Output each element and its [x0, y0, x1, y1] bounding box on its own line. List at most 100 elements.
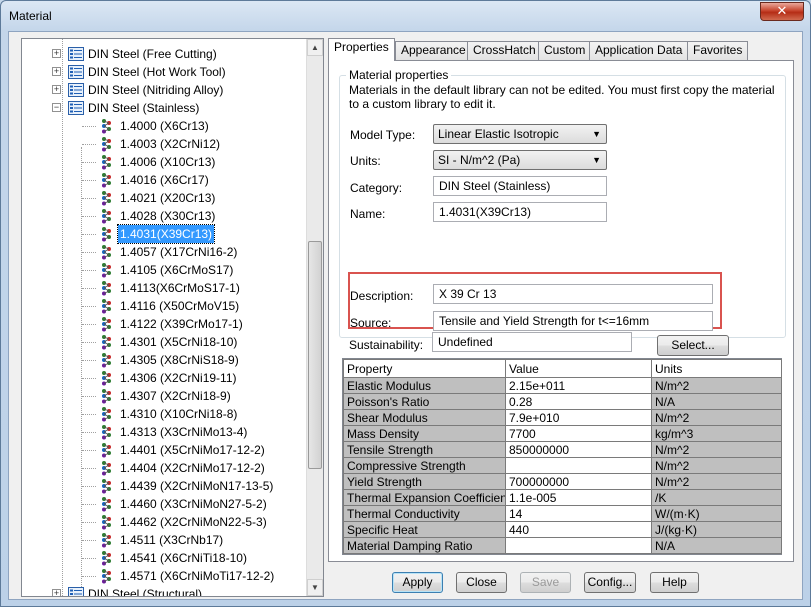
name-field[interactable]: 1.4031(X39Cr13) [433, 202, 607, 222]
tab-application-data[interactable]: Application Data [589, 41, 689, 60]
material-library-tree[interactable]: + DIN Steel (Free Cutting) + DIN Steel (Hot… [21, 38, 324, 597]
close-button[interactable]: Close [456, 572, 507, 593]
tree-material-item[interactable]: 1.4105 (X6CrMoS17) [22, 261, 302, 279]
table-row[interactable]: Mass Density 7700 kg/m^3 [343, 425, 782, 442]
table-row[interactable]: Thermal Expansion Coefficient 1.1e-005/K [343, 489, 782, 506]
tree-material-item[interactable]: 1.4031(X39Cr13) [22, 224, 302, 244]
table-row[interactable]: Poisson's Ratio 0.28 N/A [343, 393, 782, 410]
property-value-cell[interactable]: 14 [505, 505, 652, 522]
tree-material-item[interactable]: 1.4016 (X6Cr17) [22, 171, 302, 189]
property-value-cell[interactable]: 0.28 [505, 393, 652, 410]
property-value-cell[interactable]: 850000000 [505, 441, 652, 458]
tree-scrollbar[interactable]: ▲ ▼ [306, 39, 323, 596]
tab-favorites[interactable]: Favorites [687, 41, 749, 60]
tree-material-item[interactable]: 1.4305 (X8CrNiS18-9) [22, 351, 302, 369]
source-field[interactable]: Tensile and Yield Strength for t<=16mm [433, 311, 713, 331]
model-type-value: Linear Elastic Isotropic [438, 127, 559, 141]
tree-material-item[interactable]: 1.4571 (X6CrNiMoTi17-12-2) [22, 567, 302, 585]
tree-material-item[interactable]: 1.4003 (X2CrNi12) [22, 135, 302, 153]
table-row[interactable]: Compressive Strength N/m^2 [343, 457, 782, 474]
tree-material-item[interactable]: 1.4404 (X2CrNiMo17-12-2) [22, 459, 302, 477]
tree-material-item[interactable]: 1.4511 (X3CrNb17) [22, 531, 302, 549]
tree-category-row[interactable]: + DIN Steel (Hot Work Tool) [22, 63, 302, 81]
tree-branch-line [82, 378, 96, 379]
tree-material-label: 1.4439 (X2CrNiMoN17-13-5) [120, 479, 274, 493]
expand-toggle-icon[interactable]: + [52, 49, 61, 58]
dialog-client-area: + DIN Steel (Free Cutting) + DIN Steel (Hot… [8, 31, 803, 600]
table-row[interactable]: Shear Modulus 7.9e+010 N/m^2 [343, 409, 782, 426]
property-name-cell: Yield Strength [343, 473, 506, 490]
expand-toggle-icon[interactable]: + [52, 589, 61, 596]
table-row[interactable]: Yield Strength 700000000 N/m^2 [343, 473, 782, 490]
select-button[interactable]: Select... [657, 335, 729, 356]
tree-material-item[interactable]: 1.4401 (X5CrNiMo17-12-2) [22, 441, 302, 459]
tree-material-item[interactable]: 1.4313 (X3CrNiMo13-4) [22, 423, 302, 441]
property-value-cell[interactable]: 440 [505, 521, 652, 538]
table-row[interactable]: Thermal Conductivity 14 W/(m·K) [343, 505, 782, 522]
tree-material-item[interactable]: 1.4301 (X5CrNi18-10) [22, 333, 302, 351]
tree-branch-line [82, 396, 96, 397]
tab-appearance[interactable]: Appearance [395, 41, 472, 60]
property-value-cell[interactable]: 2.15e+011 [505, 377, 652, 394]
scroll-up-button[interactable]: ▲ [307, 39, 323, 56]
tree-material-item[interactable]: 1.4122 (X39CrMo17-1) [22, 315, 302, 333]
tree-branch-line [82, 342, 96, 343]
property-value-cell[interactable]: 1.1e-005 [505, 489, 652, 506]
tab-properties[interactable]: Properties [328, 38, 395, 61]
apply-button[interactable]: Apply [392, 572, 443, 593]
tree-material-item[interactable]: 1.4307 (X2CrNi18-9) [22, 387, 302, 405]
tree-branch-line [82, 216, 96, 217]
sustainability-field[interactable]: Undefined [432, 332, 632, 352]
tree-material-item[interactable]: 1.4541 (X6CrNiTi18-10) [22, 549, 302, 567]
property-units-cell: /K [651, 489, 782, 506]
tree-category-row[interactable]: + DIN Steel (Nitriding Alloy) [22, 81, 302, 99]
table-header-row: Property Value Units [343, 359, 782, 378]
category-field[interactable]: DIN Steel (Stainless) [433, 176, 607, 196]
expand-toggle-icon[interactable]: + [52, 85, 61, 94]
material-icon [99, 568, 115, 584]
tree-material-item[interactable]: 1.4306 (X2CrNi19-11) [22, 369, 302, 387]
units-select[interactable]: SI - N/m^2 (Pa) ▼ [433, 150, 607, 170]
tree-material-item[interactable]: 1.4000 (X6Cr13) [22, 117, 302, 135]
tree-material-item[interactable]: 1.4310 (X10CrNi18-8) [22, 405, 302, 423]
property-value-cell[interactable]: 7.9e+010 [505, 409, 652, 426]
tree-material-item[interactable]: 1.4021 (X20Cr13) [22, 189, 302, 207]
help-button[interactable]: Help [650, 572, 699, 593]
tree-category-row[interactable]: + DIN Steel (Structural) [22, 585, 302, 596]
model-type-label: Model Type: [350, 128, 416, 142]
property-value-cell[interactable]: 700000000 [505, 473, 652, 490]
tree-material-item[interactable]: 1.4439 (X2CrNiMoN17-13-5) [22, 477, 302, 495]
property-units-cell: N/A [651, 537, 782, 554]
tab-custom[interactable]: Custom [538, 41, 592, 60]
config-button[interactable]: Config... [584, 572, 636, 593]
close-window-button[interactable]: ✕ [760, 2, 804, 21]
property-units-cell: N/m^2 [651, 473, 782, 490]
tree-material-item[interactable]: 1.4006 (X10Cr13) [22, 153, 302, 171]
table-row[interactable]: Tensile Strength 850000000 N/m^2 [343, 441, 782, 458]
scroll-down-button[interactable]: ▼ [307, 579, 323, 596]
property-value-cell[interactable]: 7700 [505, 425, 652, 442]
model-type-select[interactable]: Linear Elastic Isotropic ▼ [433, 124, 607, 144]
property-value-cell[interactable] [505, 457, 652, 474]
table-row[interactable]: Specific Heat 440 J/(kg·K) [343, 521, 782, 538]
table-row[interactable]: Material Damping Ratio N/A [343, 537, 782, 554]
description-field[interactable]: X 39 Cr 13 [433, 284, 713, 304]
tree-material-item[interactable]: 1.4462 (X2CrNiMoN22-5-3) [22, 513, 302, 531]
table-row[interactable]: Elastic Modulus 2.15e+011 N/m^2 [343, 377, 782, 394]
expand-toggle-icon[interactable]: + [52, 67, 61, 76]
tree-material-item[interactable]: 1.4028 (X30Cr13) [22, 207, 302, 225]
tree-material-item[interactable]: 1.4113(X6CrMoS17-1) [22, 279, 302, 297]
tree-material-item[interactable]: 1.4116 (X50CrMoV15) [22, 297, 302, 315]
tab-crosshatch[interactable]: CrossHatch [467, 41, 542, 60]
tree-category-row[interactable]: + DIN Steel (Free Cutting) [22, 45, 302, 63]
tree-branch-line [82, 486, 96, 487]
scrollbar-thumb[interactable] [308, 241, 322, 469]
material-icon [99, 460, 115, 476]
tree-category-row[interactable]: − DIN Steel (Stainless) [22, 99, 302, 117]
property-value-cell[interactable] [505, 537, 652, 554]
tree-material-item[interactable]: 1.4057 (X17CrNi16-2) [22, 243, 302, 261]
tree-material-item[interactable]: 1.4460 (X3CrNiMoN27-5-2) [22, 495, 302, 513]
save-button[interactable]: Save [520, 572, 571, 593]
expand-toggle-icon[interactable]: − [52, 103, 61, 112]
property-table: Property Value Units Elastic Modulus 2.15… [343, 359, 782, 554]
